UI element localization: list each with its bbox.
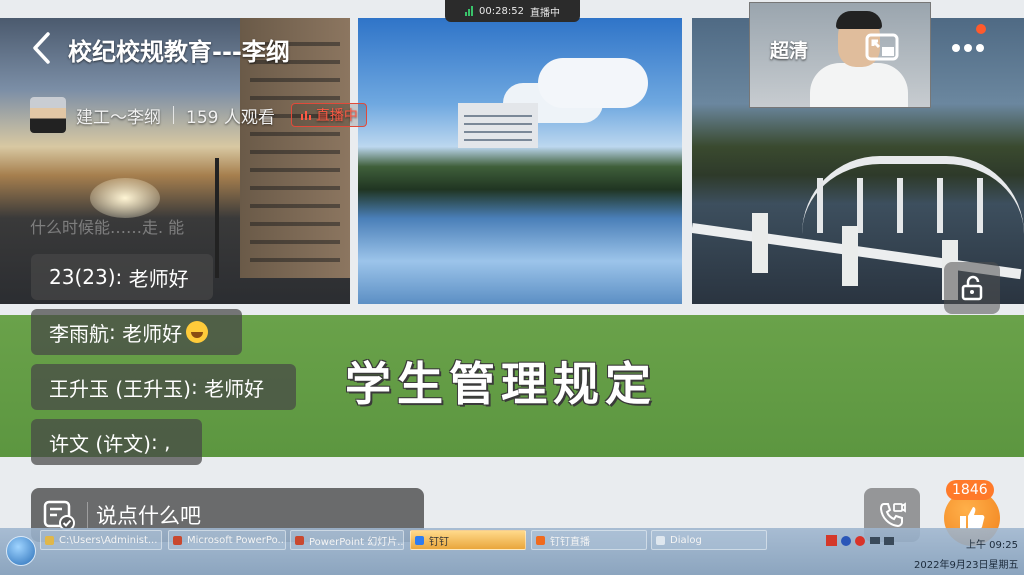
taskbar-item-dingtalk-live[interactable]: 钉钉直播 xyxy=(531,530,647,550)
system-tray[interactable] xyxy=(826,534,896,551)
live-title: 校纪校规教育---李纲 xyxy=(68,38,290,66)
host-name: 建工～李纲 xyxy=(76,107,161,128)
viewer-count: 159 人观看 xyxy=(186,107,275,128)
lake-reflection-photo xyxy=(358,18,682,304)
comment-author: 李雨航 xyxy=(49,321,109,346)
live-status-pill: 00:28:52 直播中 xyxy=(445,0,580,22)
faded-comment: 什么时候能……走. 能 xyxy=(30,218,185,237)
notification-dot xyxy=(976,24,986,34)
chat-comment: 李雨航: 老师好 xyxy=(31,309,242,355)
taskbar-item-explorer[interactable]: C:\Users\Administ... xyxy=(40,530,162,550)
live-state: 直播中 xyxy=(529,7,560,19)
taskbar-item-dialog[interactable]: Dialog xyxy=(651,530,767,550)
back-arrow-icon[interactable] xyxy=(28,30,58,66)
live-badge: 直播中 xyxy=(290,103,367,127)
comment-author: 王升玉 (王升玉) xyxy=(49,376,191,401)
comment-author: 许文 (许文) xyxy=(49,431,151,456)
comment-placeholder: 说点什么吧 xyxy=(96,504,201,528)
comment-text: 老师好 xyxy=(204,376,265,401)
chat-comment: 23(23): 老师好 xyxy=(31,254,213,300)
live-badge-label: 直播中 xyxy=(315,108,358,124)
taskbar-date: 2022年9月23日星期五 xyxy=(914,560,1019,571)
chat-comment: 许文 (许文): , xyxy=(31,419,202,465)
divider xyxy=(87,502,88,528)
elapsed-time: 00:28:52 xyxy=(479,5,524,17)
grin-emoji-icon xyxy=(186,321,209,343)
comment-author: 23(23) xyxy=(49,265,116,289)
tray-icons xyxy=(826,535,894,546)
unlock-icon xyxy=(961,275,983,301)
taskbar-item-slideshow[interactable]: PowerPoint 幻灯片... xyxy=(290,530,404,550)
picture-in-picture-icon[interactable] xyxy=(864,32,900,64)
host-avatar[interactable] xyxy=(30,97,66,133)
screen-lock-button[interactable] xyxy=(944,262,1000,314)
video-call-icon xyxy=(879,502,906,528)
chat-comment: 王升玉 (王升玉): 老师好 xyxy=(31,364,296,410)
signal-icon xyxy=(465,6,474,16)
divider xyxy=(173,106,174,124)
comment-text: , xyxy=(164,430,171,454)
quality-selector[interactable]: 超清 xyxy=(770,36,808,63)
taskbar-item-powerpoint[interactable]: Microsoft PowerPo... xyxy=(168,530,286,550)
like-count-badge: 1846 xyxy=(946,480,994,500)
comment-text: 老师好 xyxy=(122,321,183,346)
comment-text: 老师好 xyxy=(128,266,189,291)
host-info: 建工～李纲 159 人观看 直播中 xyxy=(30,96,367,134)
live-bars-icon xyxy=(300,111,311,120)
more-options-icon[interactable] xyxy=(948,40,988,56)
slide-title: 学生管理规定 xyxy=(345,357,657,411)
taskbar-item-dingtalk[interactable]: 钉钉 xyxy=(410,530,526,550)
taskbar-clock[interactable]: 上午 09:25 xyxy=(938,536,1018,551)
windows-start-icon[interactable] xyxy=(6,536,36,566)
